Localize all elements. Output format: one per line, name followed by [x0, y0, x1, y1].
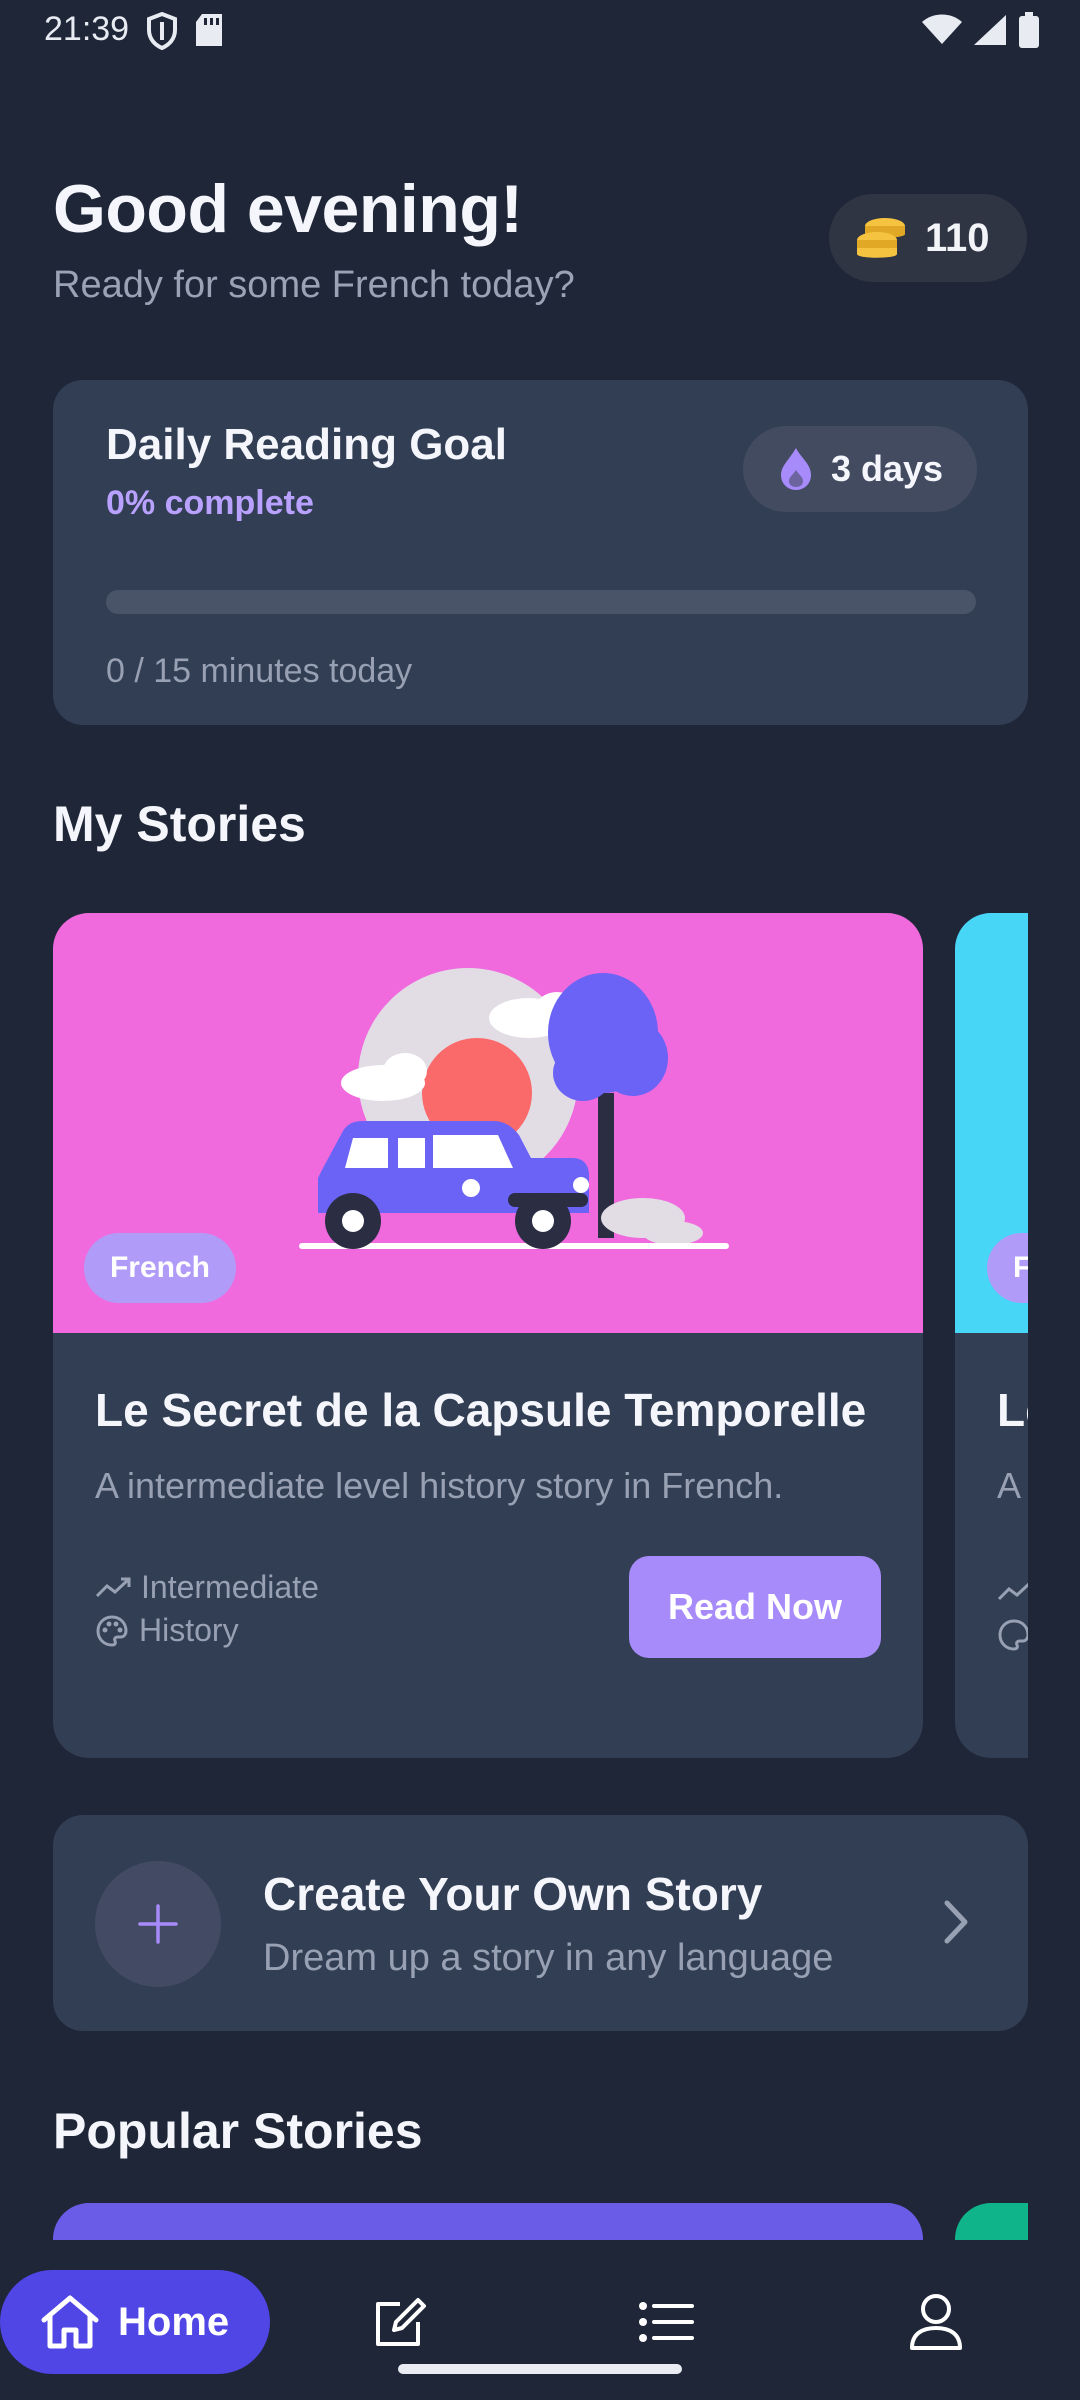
- goal-progress-bar: [106, 590, 976, 614]
- story-cover-peek: F: [955, 913, 1028, 1333]
- flame-icon: [781, 448, 811, 490]
- goal-title: Daily Reading Goal: [106, 420, 507, 469]
- popular-stories-title: Popular Stories: [53, 2103, 423, 2159]
- streak-badge: 3 days: [743, 426, 977, 512]
- status-time: 21:39: [44, 10, 130, 48]
- plus-icon: [138, 1904, 178, 1944]
- chevron-right-icon: [944, 1900, 968, 1944]
- create-story-title: Create Your Own Story: [263, 1868, 763, 1920]
- story-title: Le Secret de la Capsule Temporelle: [95, 1384, 867, 1436]
- my-stories-title: My Stories: [53, 796, 306, 852]
- home-indicator[interactable]: [398, 2364, 682, 2374]
- status-icons-left: [146, 12, 224, 50]
- greeting-title: Good evening!: [53, 171, 523, 247]
- coin-balance-badge[interactable]: 110: [829, 194, 1027, 282]
- story-card[interactable]: French Le Secret de la Capsule Temporell…: [53, 913, 923, 1758]
- create-story-card[interactable]: Create Your Own Story Dream up a story i…: [53, 1815, 1028, 2031]
- story-description-peek: A: [997, 1465, 1022, 1506]
- palette-icon: [96, 1614, 128, 1647]
- streak-label: 3 days: [831, 448, 944, 489]
- language-chip-peek: F: [987, 1233, 1028, 1303]
- coins-icon: [857, 218, 905, 258]
- battery-icon: [1019, 12, 1039, 48]
- sd-card-icon: [196, 14, 222, 46]
- story-card-peek[interactable]: F Le A: [955, 913, 1028, 1758]
- story-cover: French: [53, 913, 923, 1333]
- story-level-label: Intermediate: [141, 1569, 319, 1605]
- coin-count: 110: [925, 215, 990, 260]
- daily-goal-card[interactable]: Daily Reading Goal 0% complete 3 days 0 …: [53, 380, 1028, 725]
- edit-icon[interactable]: [370, 2296, 426, 2352]
- goal-minutes: 0 / 15 minutes today: [106, 652, 413, 690]
- list-icon[interactable]: [638, 2300, 694, 2344]
- trend-icon: [95, 1577, 131, 1597]
- read-now-button[interactable]: Read Now: [629, 1556, 881, 1658]
- signal-icon: [974, 15, 1006, 45]
- home-icon: [41, 2295, 99, 2349]
- status-bar: 21:39: [0, 0, 1080, 62]
- profile-icon[interactable]: [908, 2292, 964, 2352]
- nav-home-label: Home: [118, 2299, 230, 2344]
- palette-icon: [998, 1619, 1028, 1651]
- wifi-icon: [922, 14, 962, 44]
- language-chip: French: [84, 1233, 236, 1303]
- greeting-subtitle: Ready for some French today?: [53, 264, 575, 306]
- story-title-peek: Le: [997, 1384, 1028, 1436]
- nav-home-tab[interactable]: Home: [0, 2270, 270, 2374]
- story-genre-label: History: [139, 1612, 239, 1648]
- create-story-subtitle: Dream up a story in any language: [263, 1937, 834, 1979]
- trend-icon: [997, 1582, 1028, 1601]
- bottom-nav: Home: [0, 2240, 1080, 2400]
- status-icons-right: [922, 12, 1040, 48]
- story-genre: History: [95, 1612, 239, 1649]
- story-level: Intermediate: [95, 1569, 319, 1606]
- goal-percent: 0% complete: [106, 484, 314, 522]
- create-plus-button: [95, 1861, 221, 1987]
- story-description: A intermediate level history story in Fr…: [95, 1465, 784, 1506]
- shield-icon: [147, 12, 177, 50]
